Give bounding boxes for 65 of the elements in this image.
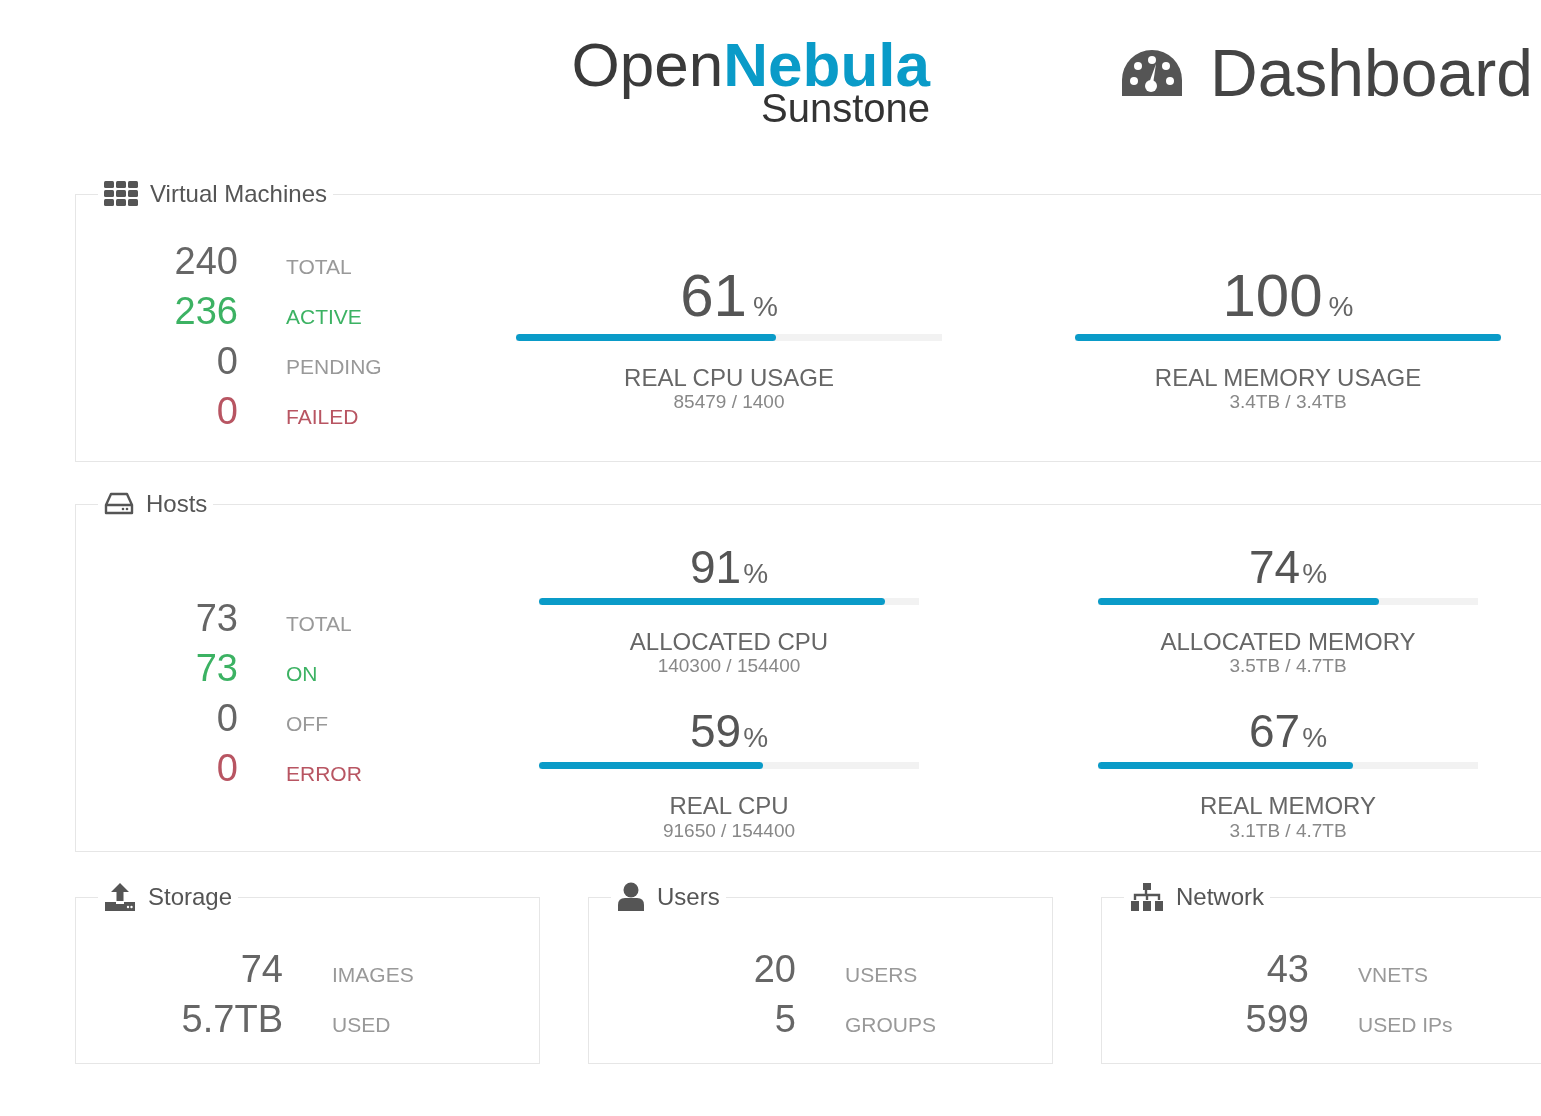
stat-value: 74 bbox=[239, 947, 283, 992]
sitemap-icon bbox=[1130, 882, 1164, 912]
stat-value: 73 bbox=[194, 646, 238, 692]
meter-label: ALLOCATED MEMORY bbox=[1160, 629, 1416, 656]
meter-label: ALLOCATED CPU bbox=[629, 629, 829, 656]
stat-label: ON bbox=[286, 662, 319, 687]
user-icon bbox=[617, 882, 645, 912]
grid-icon bbox=[104, 181, 138, 207]
hard-drive-icon bbox=[104, 492, 134, 516]
stat-value: 43 bbox=[1265, 947, 1309, 992]
stat-value: 73 bbox=[194, 596, 238, 642]
section-title: Hosts bbox=[146, 490, 208, 518]
meter-detail: 91650 / 154400 bbox=[662, 819, 796, 843]
meter-label: REAL CPU bbox=[669, 793, 789, 820]
stat-value: 5 bbox=[773, 997, 796, 1042]
stat-value: 0 bbox=[215, 389, 238, 434]
stat-label: USERS bbox=[845, 963, 919, 987]
percent-value: 67 bbox=[1248, 705, 1301, 758]
stat-label: GROUPS bbox=[845, 1013, 937, 1037]
percent-value: 59 bbox=[689, 705, 742, 758]
stat-value: 236 bbox=[173, 289, 238, 334]
stat-value: 0 bbox=[215, 746, 238, 792]
stat-label: PENDING bbox=[286, 355, 383, 379]
stat-value: 0 bbox=[215, 339, 238, 384]
stat-label: USED IPs bbox=[1358, 1013, 1454, 1037]
stat-label: ACTIVE bbox=[286, 305, 363, 329]
stat-label: TOTAL bbox=[286, 612, 353, 637]
stat-label: VNETS bbox=[1358, 963, 1429, 987]
stat-label: OFF bbox=[286, 712, 329, 737]
stat-label: TOTAL bbox=[286, 255, 353, 279]
stat-value: 20 bbox=[752, 947, 796, 992]
dashboard-gauge-icon bbox=[1120, 48, 1184, 98]
percent-sign: % bbox=[1328, 291, 1354, 322]
page-title: Dashboard bbox=[1210, 40, 1533, 106]
stat-label: USED bbox=[332, 1013, 392, 1037]
meter-detail: 3.1TB / 4.7TB bbox=[1229, 819, 1347, 843]
meter-detail: 3.4TB / 3.4TB bbox=[1229, 391, 1347, 415]
percent-sign: % bbox=[743, 722, 769, 754]
percent-sign: % bbox=[752, 291, 778, 322]
meter-label: REAL MEMORY USAGE bbox=[1154, 365, 1422, 392]
stat-value: 0 bbox=[215, 696, 238, 742]
upload-icon bbox=[104, 882, 136, 912]
meter-detail: 140300 / 154400 bbox=[657, 655, 801, 679]
section-title: Virtual Machines bbox=[150, 180, 327, 208]
stat-value: 5.7TB bbox=[180, 997, 283, 1042]
percent-value: 91 bbox=[689, 541, 742, 593]
meter-detail: 3.5TB / 4.7TB bbox=[1229, 655, 1347, 679]
percent-value: 100 bbox=[1222, 262, 1323, 329]
meter-detail: 85479 / 1400 bbox=[673, 391, 785, 415]
meter-label: REAL MEMORY bbox=[1199, 793, 1376, 820]
stat-value: 240 bbox=[173, 239, 238, 284]
percent-sign: % bbox=[1302, 722, 1328, 754]
meter-label: REAL CPU USAGE bbox=[624, 365, 834, 392]
section-title: Network bbox=[1176, 883, 1265, 911]
percent-sign: % bbox=[1302, 558, 1328, 589]
section-title: Storage bbox=[148, 883, 233, 911]
percent-value: 61 bbox=[680, 262, 747, 329]
logo-text: Open bbox=[571, 30, 724, 99]
stat-label: ERROR bbox=[286, 762, 363, 787]
percent-sign: % bbox=[743, 558, 769, 589]
section-title: Users bbox=[657, 883, 720, 911]
percent-value: 74 bbox=[1248, 541, 1301, 593]
stat-label: FAILED bbox=[286, 405, 360, 429]
stat-label: IMAGES bbox=[332, 963, 415, 987]
stat-value: 599 bbox=[1244, 997, 1309, 1042]
